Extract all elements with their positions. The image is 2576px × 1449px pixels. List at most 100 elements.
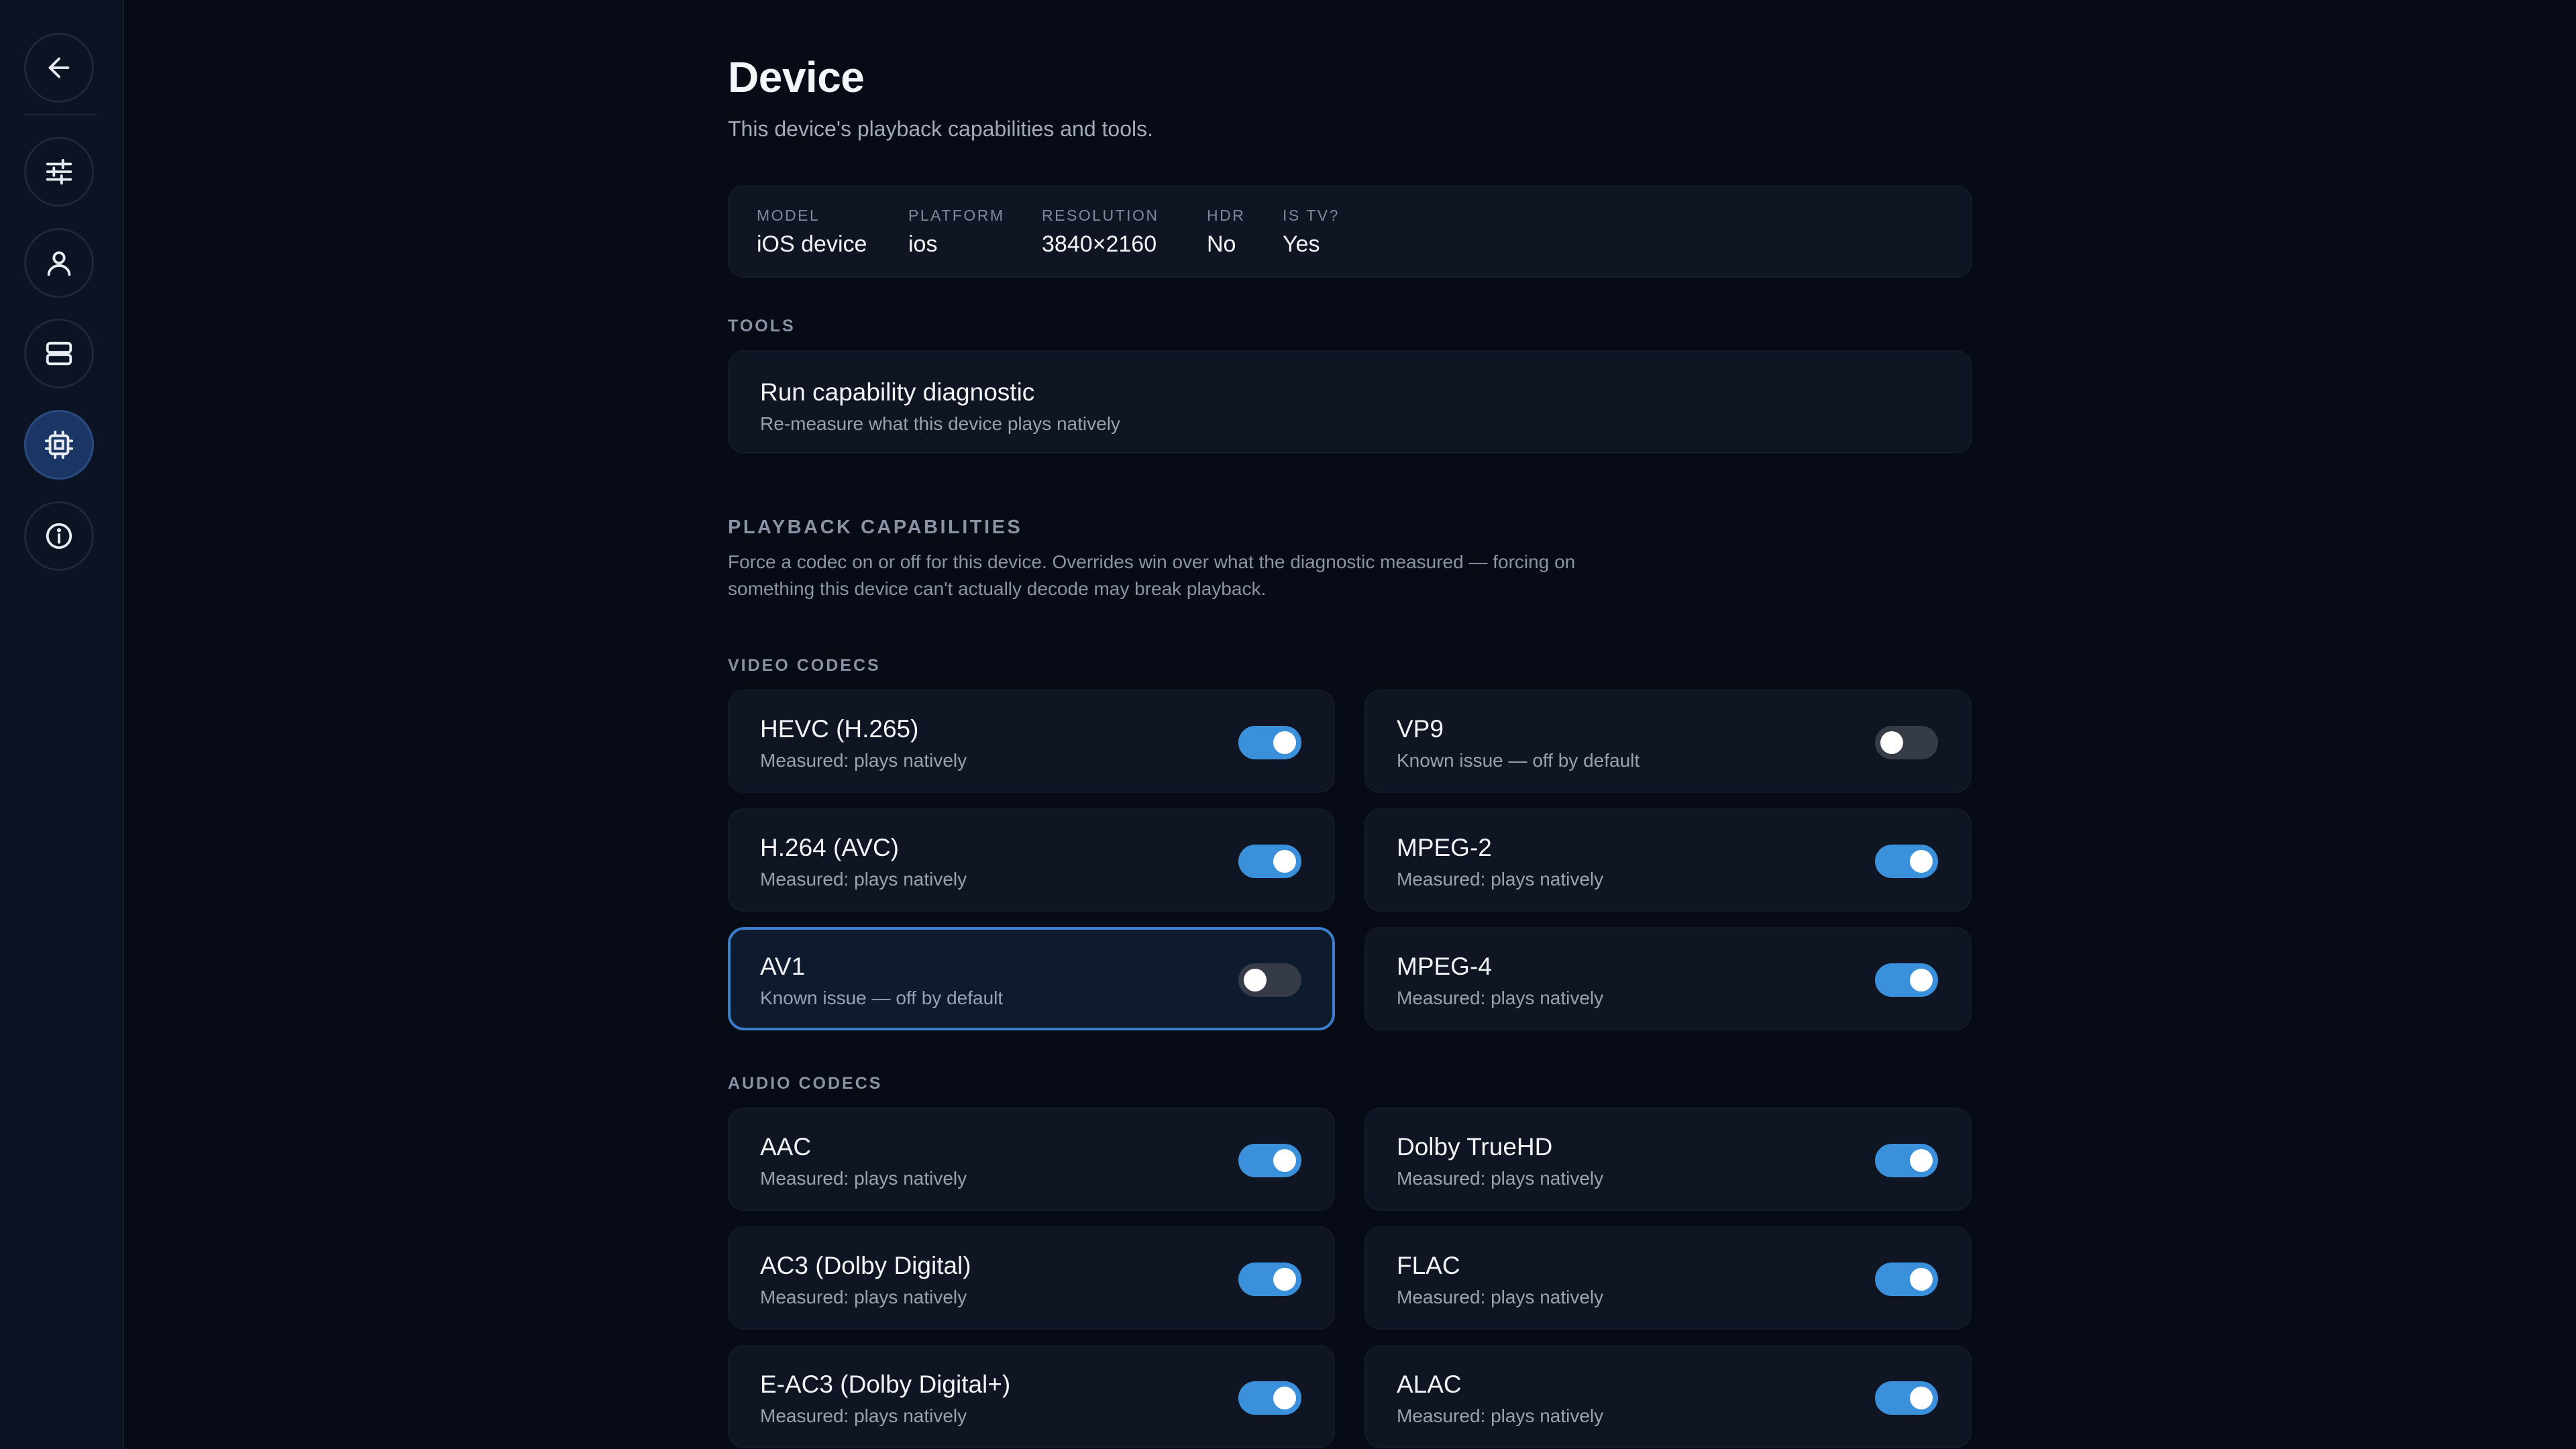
user-icon: [47, 251, 71, 276]
codec-card-truehd[interactable]: Dolby TrueHD Measured: plays natively: [1364, 1108, 1972, 1211]
info-value: No: [1207, 231, 1236, 257]
nav-servers[interactable]: [24, 319, 94, 388]
playback-section-label: PLAYBACK CAPABILITIES: [728, 517, 1023, 538]
info-platform: PLATFORM ios: [908, 207, 1005, 258]
toggle-knob: [1910, 1149, 1933, 1172]
codec-status: Measured: plays natively: [1397, 987, 1604, 1008]
codec-card-av1[interactable]: AV1 Known issue — off by default: [728, 927, 1335, 1030]
codec-name: VP9: [1397, 715, 1444, 743]
codec-status: Measured: plays natively: [760, 750, 967, 771]
toggle-knob: [1910, 850, 1933, 873]
codec-card-h264[interactable]: H.264 (AVC) Measured: plays natively: [728, 808, 1335, 912]
diagnostic-subtitle: Re-measure what this device plays native…: [760, 413, 1120, 434]
codec-status: Known issue — off by default: [1397, 750, 1640, 771]
page-subtitle: This device's playback capabilities and …: [728, 117, 1153, 141]
codec-toggle[interactable]: [1238, 963, 1301, 997]
audio-codecs-label: AUDIO CODECS: [728, 1074, 883, 1093]
info-resolution: RESOLUTION 3840×2160: [1042, 207, 1159, 258]
toggle-knob: [1273, 1268, 1296, 1291]
back-arrow-icon: [48, 57, 70, 78]
codec-toggle[interactable]: [1875, 963, 1938, 997]
nav-divider: [24, 114, 97, 115]
sliders-icon: [46, 158, 72, 185]
sidebar: [0, 0, 124, 1449]
run-diagnostic-button[interactable]: Run capability diagnostic Re-measure wha…: [728, 350, 1972, 453]
info-value: Yes: [1283, 231, 1320, 257]
toggle-knob: [1244, 969, 1267, 991]
codec-toggle[interactable]: [1238, 1381, 1301, 1415]
info-hdr: HDR No: [1207, 207, 1245, 258]
codec-name: AV1: [760, 953, 806, 980]
codec-card-mpeg4[interactable]: MPEG-4 Measured: plays natively: [1364, 927, 1972, 1030]
video-codecs-label: VIDEO CODECS: [728, 656, 881, 675]
info-value: iOS device: [757, 231, 867, 257]
toggle-knob: [1910, 1387, 1933, 1409]
info-label: IS TV?: [1283, 207, 1340, 224]
server-icon: [46, 341, 72, 366]
codec-name: E-AC3 (Dolby Digital+): [760, 1371, 1011, 1398]
codec-card-eac3[interactable]: E-AC3 (Dolby Digital+) Measured: plays n…: [728, 1345, 1335, 1448]
toggle-knob: [1273, 1387, 1296, 1409]
codec-toggle[interactable]: [1238, 1144, 1301, 1177]
codec-name: Dolby TrueHD: [1397, 1133, 1553, 1161]
toggle-knob: [1273, 731, 1296, 754]
codec-status: Measured: plays natively: [760, 1287, 967, 1307]
codec-name: AC3 (Dolby Digital): [760, 1252, 971, 1279]
device-info-card: MODEL iOS device PLATFORM ios RESOLUTION…: [728, 185, 1972, 278]
page-title: Device: [728, 53, 865, 101]
tools-section-label: TOOLS: [728, 317, 796, 335]
codec-status: Measured: plays natively: [760, 1405, 967, 1426]
toggle-knob: [1910, 969, 1933, 991]
codec-card-hevc[interactable]: HEVC (H.265) Measured: plays natively: [728, 690, 1335, 793]
info-label: PLATFORM: [908, 207, 1005, 224]
codec-status: Measured: plays natively: [1397, 1405, 1604, 1426]
nav-account[interactable]: [24, 228, 94, 298]
codec-card-aac[interactable]: AAC Measured: plays natively: [728, 1108, 1335, 1211]
codec-status: Measured: plays natively: [760, 1168, 967, 1189]
info-label: RESOLUTION: [1042, 207, 1159, 224]
codec-toggle[interactable]: [1875, 726, 1938, 759]
codec-toggle[interactable]: [1238, 845, 1301, 878]
playback-description: Force a codec on or off for this device.…: [728, 551, 1576, 599]
nav-about[interactable]: [24, 501, 94, 571]
info-value: ios: [908, 231, 938, 257]
info-is-tv: IS TV? Yes: [1283, 207, 1340, 258]
codec-name: FLAC: [1397, 1252, 1460, 1279]
back-button[interactable]: [24, 33, 94, 103]
codec-status: Known issue — off by default: [760, 987, 1004, 1008]
chip-icon: [44, 430, 74, 460]
codec-name: ALAC: [1397, 1371, 1462, 1398]
codec-card-flac[interactable]: FLAC Measured: plays natively: [1364, 1226, 1972, 1330]
diagnostic-title: Run capability diagnostic: [760, 378, 1035, 406]
codec-name: AAC: [760, 1133, 812, 1161]
info-label: MODEL: [757, 207, 820, 224]
codec-name: HEVC (H.265): [760, 715, 919, 743]
codec-name: MPEG-4: [1397, 953, 1492, 980]
codec-toggle[interactable]: [1875, 1144, 1938, 1177]
codec-name: MPEG-2: [1397, 834, 1492, 861]
codec-card-vp9[interactable]: VP9 Known issue — off by default: [1364, 690, 1972, 793]
toggle-knob: [1880, 731, 1903, 754]
info-model: MODEL iOS device: [757, 207, 867, 258]
codec-card-mpeg2[interactable]: MPEG-2 Measured: plays natively: [1364, 808, 1972, 912]
codec-toggle[interactable]: [1238, 1263, 1301, 1296]
info-icon: [46, 523, 72, 549]
toggle-knob: [1273, 850, 1296, 873]
codec-toggle[interactable]: [1875, 1263, 1938, 1296]
nav-device[interactable]: [24, 410, 94, 480]
info-value: 3840×2160: [1042, 231, 1157, 257]
codec-status: Measured: plays natively: [760, 869, 967, 890]
codec-status: Measured: plays natively: [1397, 1168, 1604, 1189]
codec-card-alac[interactable]: ALAC Measured: plays natively: [1364, 1345, 1972, 1448]
codec-status: Measured: plays natively: [1397, 1287, 1604, 1307]
toggle-knob: [1910, 1268, 1933, 1291]
codec-card-ac3[interactable]: AC3 (Dolby Digital) Measured: plays nati…: [728, 1226, 1335, 1330]
codec-toggle[interactable]: [1875, 845, 1938, 878]
info-label: HDR: [1207, 207, 1246, 224]
nav-playback-settings[interactable]: [24, 137, 94, 207]
toggle-knob: [1273, 1149, 1296, 1172]
codec-name: H.264 (AVC): [760, 834, 899, 861]
codec-toggle[interactable]: [1238, 726, 1301, 759]
codec-status: Measured: plays natively: [1397, 869, 1604, 890]
codec-toggle[interactable]: [1875, 1381, 1938, 1415]
